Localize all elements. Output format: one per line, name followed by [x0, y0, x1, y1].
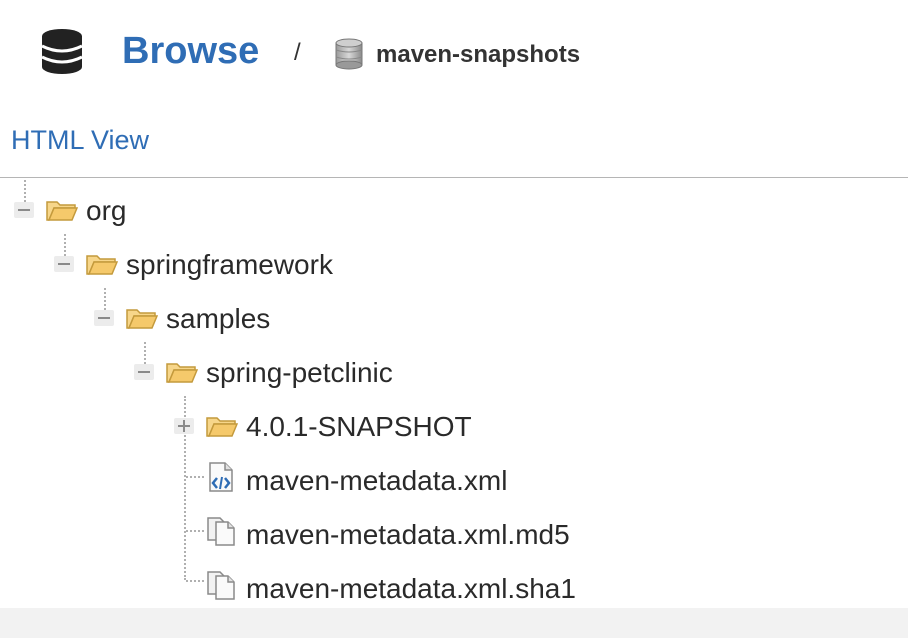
tree-node-label[interactable]: org: [86, 194, 126, 228]
tree-node-label[interactable]: maven-metadata.xml.sha1: [246, 572, 576, 606]
tree-node-springframework[interactable]: springframework: [54, 238, 394, 281]
page-header: Browse / maven-snapshots: [0, 0, 908, 110]
file-copy-icon: [206, 516, 238, 551]
tree-node-spring-petclinic[interactable]: spring-petclinic: [134, 346, 454, 389]
database-icon: [40, 28, 84, 81]
tree-node-org[interactable]: org: [14, 184, 214, 227]
collapse-toggle[interactable]: [94, 310, 114, 326]
tree-node-label[interactable]: maven-metadata.xml: [246, 464, 507, 498]
footer-bar: [0, 608, 908, 638]
tree-node-label[interactable]: samples: [166, 302, 270, 336]
tree-node-4-0-1-snapshot[interactable]: 4.0.1-SNAPSHOT: [174, 400, 514, 443]
tree-node-maven-metadata-xml[interactable]: maven-metadata.xml: [174, 454, 574, 497]
open-folder-icon: [126, 306, 159, 335]
expand-toggle[interactable]: [174, 418, 194, 434]
breadcrumb-separator: /: [294, 39, 301, 66]
xml-file-icon: [206, 462, 236, 497]
html-view-link[interactable]: HTML View: [11, 124, 149, 156]
tree-node-label[interactable]: springframework: [126, 248, 333, 282]
tree-node-label[interactable]: spring-petclinic: [206, 356, 393, 390]
file-copy-icon: [206, 570, 238, 605]
open-folder-icon: [166, 360, 199, 389]
collapse-toggle[interactable]: [134, 364, 154, 380]
open-folder-icon: [46, 198, 79, 227]
tree-node-samples[interactable]: samples: [94, 292, 314, 335]
tree-node-label[interactable]: 4.0.1-SNAPSHOT: [246, 410, 472, 444]
open-folder-icon: [206, 414, 239, 443]
collapse-toggle[interactable]: [14, 202, 34, 218]
page-title[interactable]: Browse: [122, 28, 259, 74]
repository-tree: org springframework samples spring-petcl…: [0, 178, 908, 608]
tree-node-maven-metadata-xml-md5[interactable]: maven-metadata.xml.md5: [174, 508, 634, 551]
tree-node-maven-metadata-xml-sha1[interactable]: maven-metadata.xml.sha1: [174, 562, 634, 605]
open-folder-icon: [86, 252, 119, 281]
repository-cylinder-icon: [334, 38, 364, 75]
collapse-toggle[interactable]: [54, 256, 74, 272]
tree-node-label[interactable]: maven-metadata.xml.md5: [246, 518, 570, 552]
repository-name[interactable]: maven-snapshots: [376, 40, 580, 70]
